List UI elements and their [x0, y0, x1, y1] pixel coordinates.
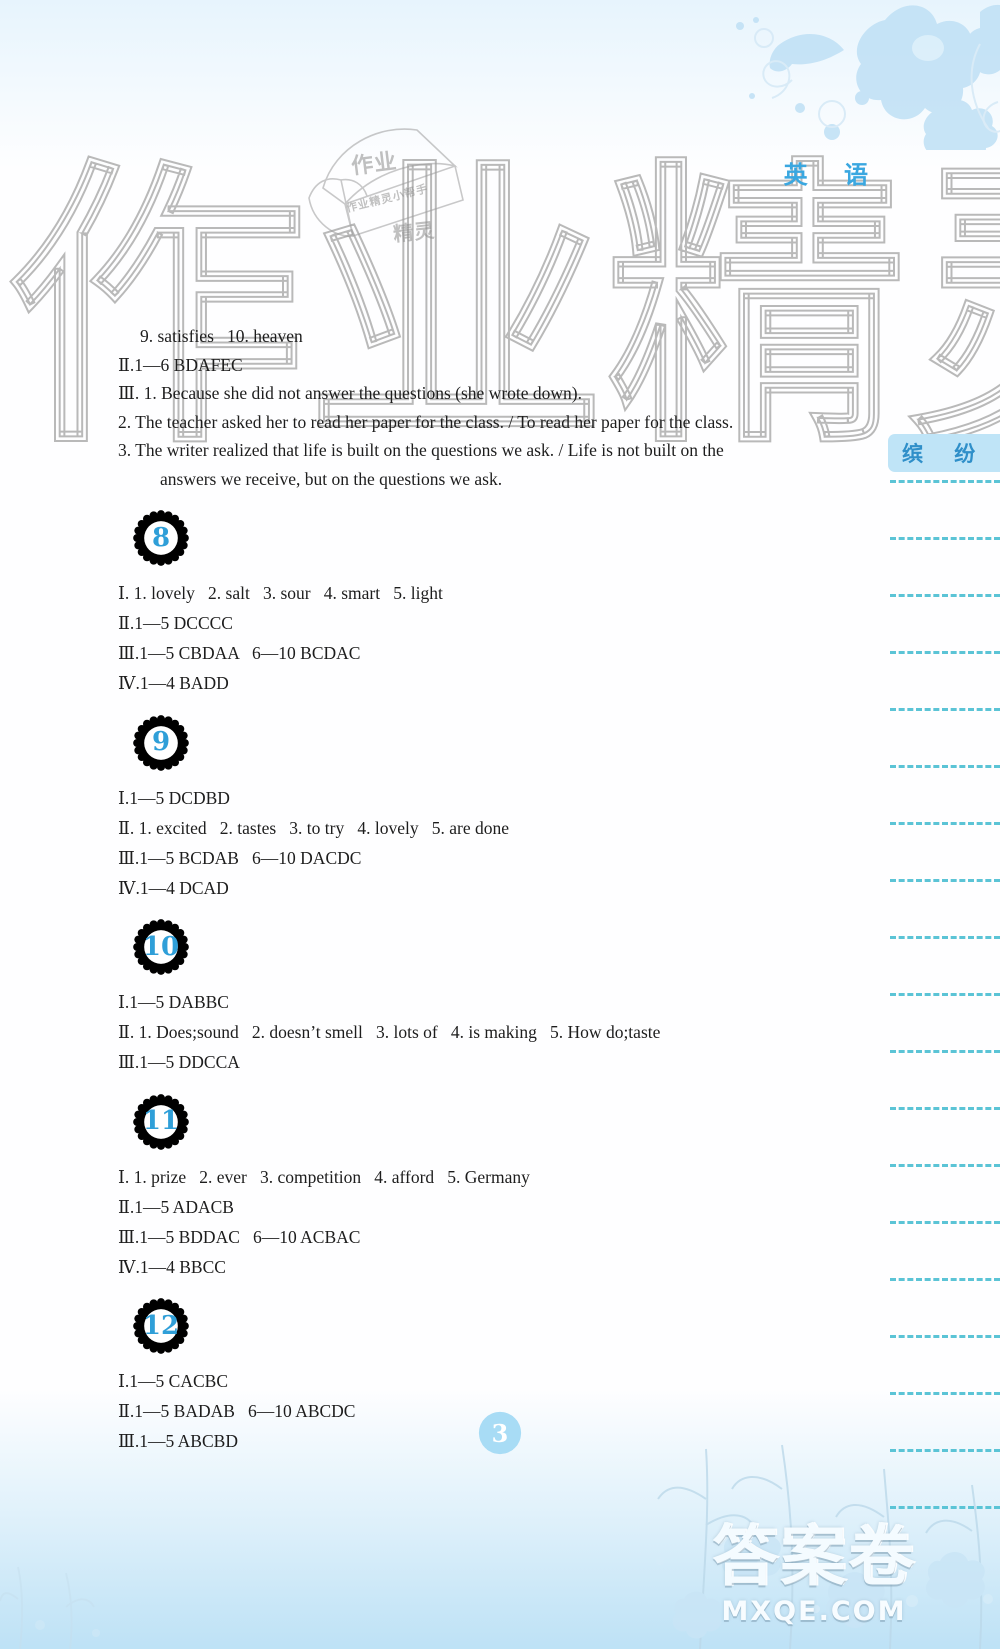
answer-line: Ⅳ.1—4 BADD: [118, 673, 229, 693]
page-number-text: 3: [491, 1418, 509, 1448]
unit-answers: Ⅰ.1—5 DCDBD Ⅱ. 1. excited 2. tastes 3. to…: [118, 784, 848, 903]
margin-rule-line: [890, 1392, 1000, 1395]
watermark-char-4: 灵: [905, 159, 1000, 461]
unit-number-badge: 9: [132, 714, 190, 772]
unit-number-text: 12: [142, 1310, 180, 1341]
unit-answers: Ⅰ.1—5 DABBC Ⅱ. 1. Does;sound 2. doesn’t s…: [118, 988, 848, 1077]
continued-answers-block: 9. satisfies 10. heaven Ⅱ.1—6 BDAFEC Ⅲ. 1.…: [118, 322, 848, 493]
margin-rule-line: [890, 1221, 1000, 1224]
watermark-book-text-2: 作业精灵小帮手: [344, 182, 430, 215]
unit-block: 11 Ⅰ. 1. prize 2. ever 3. competition 4. …: [118, 1093, 848, 1282]
answer-line: Ⅱ.1—5 ADACB: [118, 1196, 234, 1217]
margin-rule-line: [890, 993, 1000, 996]
floral-ornament-bottom-left-icon: [0, 1566, 100, 1649]
answer-line: Ⅱ. 1. excited 2. tastes 3. to try 4. lov…: [118, 817, 509, 838]
margin-rule-line: [890, 594, 1000, 597]
unit-answers: Ⅰ. 1. prize 2. ever 3. competition 4. af…: [118, 1163, 848, 1282]
side-tab-section-label: 缤 纷: [888, 434, 1000, 472]
unit-number-badge: 12: [132, 1297, 190, 1355]
answer-line: Ⅳ.1—4 BBCC: [118, 1256, 226, 1277]
answer-line: 9. satisfies 10. heaven: [140, 326, 303, 346]
floral-ornament-top-icon: [736, 4, 1000, 150]
answer-sheet-page: 作 业 精 灵 作业 作业精灵小帮手 精灵 英 语 缤 纷 9. satisfi…: [0, 0, 1000, 1649]
watermark-book-text-3: 精灵: [392, 217, 437, 247]
answer-line: answers we receive, but on the questions…: [160, 468, 503, 489]
answer-line: Ⅱ.1—5 DCCCC: [118, 613, 233, 633]
margin-rule-line: [890, 1278, 1000, 1281]
margin-rule-line: [890, 1335, 1000, 1338]
unit-number-text: 11: [142, 1106, 180, 1137]
margin-rule-line: [890, 765, 1000, 768]
margin-rule-line: [890, 708, 1000, 711]
unit-number-badge: 11: [132, 1093, 190, 1151]
answer-line: Ⅰ. 1. prize 2. ever 3. competition 4. af…: [118, 1166, 530, 1187]
unit-number-badge: 8: [132, 509, 190, 567]
answer-line: Ⅲ.1—5 BCDAB 6—10 DACDC: [118, 847, 362, 868]
margin-rule-line: [890, 1449, 1000, 1452]
answer-line: Ⅳ.1—4 DCAD: [118, 877, 229, 898]
answer-line: Ⅲ.1—5 DDCCA: [118, 1052, 240, 1072]
answer-line: Ⅱ.1—6 BDAFEC: [118, 354, 243, 375]
unit-number-badge: 10: [132, 918, 190, 976]
margin-rule-line: [890, 1107, 1000, 1110]
margin-rule-line: [890, 1050, 1000, 1053]
unit-block: 10 Ⅰ.1—5 DABBC Ⅱ. 1. Does;sound 2. doesn’t…: [118, 918, 848, 1077]
margin-rule-line: [890, 537, 1000, 540]
subject-title: 英 语: [783, 161, 882, 189]
page-number-badge: 3: [469, 1402, 531, 1464]
answer-line: Ⅰ. 1. lovely 2. salt 3. sour 4. smart 5.…: [118, 583, 443, 603]
margin-rule-line: [890, 651, 1000, 654]
answer-line: Ⅲ. 1. Because she did not answer the que…: [118, 383, 582, 403]
unit-answers: Ⅰ. 1. lovely 2. salt 3. sour 4. smart 5.…: [118, 579, 848, 698]
margin-rule-line: [890, 879, 1000, 882]
unit-number-text: 9: [151, 727, 171, 758]
answers-body: 9. satisfies 10. heaven Ⅱ.1—6 BDAFEC Ⅲ. 1.…: [118, 322, 848, 1457]
unit-block: 8 Ⅰ. 1. lovely 2. salt 3. sour 4. smart 5…: [118, 509, 848, 698]
margin-rule-line: [890, 1164, 1000, 1167]
margin-rule-line: [890, 936, 1000, 939]
answer-line: 3. The writer realized that life is buil…: [118, 440, 724, 460]
side-tab-text: 缤 纷: [902, 442, 988, 466]
margin-rule-line: [890, 822, 1000, 825]
margin-rule-line: [890, 480, 1000, 483]
answer-line: Ⅰ.1—5 CACBC: [118, 1371, 228, 1391]
unit-number-text: 10: [142, 931, 180, 962]
answer-line: Ⅰ.1—5 DABBC: [118, 992, 229, 1012]
margin-rule-line: [890, 1506, 1000, 1509]
unit-block: 9 Ⅰ.1—5 DCDBD Ⅱ. 1. excited 2. tastes 3. t…: [118, 714, 848, 903]
answer-line: Ⅲ.1—5 CBDAA 6—10 BCDAC: [118, 643, 361, 663]
unit-number-text: 8: [151, 522, 171, 553]
answer-line: Ⅰ.1—5 DCDBD: [118, 787, 230, 808]
answer-line: Ⅱ. 1. Does;sound 2. doesn’t smell 3. lot…: [118, 1022, 661, 1042]
margin-ruled-lines: [890, 480, 1000, 1563]
answer-line: 2. The teacher asked her to read her pap…: [118, 411, 734, 432]
answer-line: Ⅲ.1—5 BDDAC 6—10 ACBAC: [118, 1226, 361, 1247]
units-container: 8 Ⅰ. 1. lovely 2. salt 3. sour 4. smart 5…: [118, 509, 848, 1456]
